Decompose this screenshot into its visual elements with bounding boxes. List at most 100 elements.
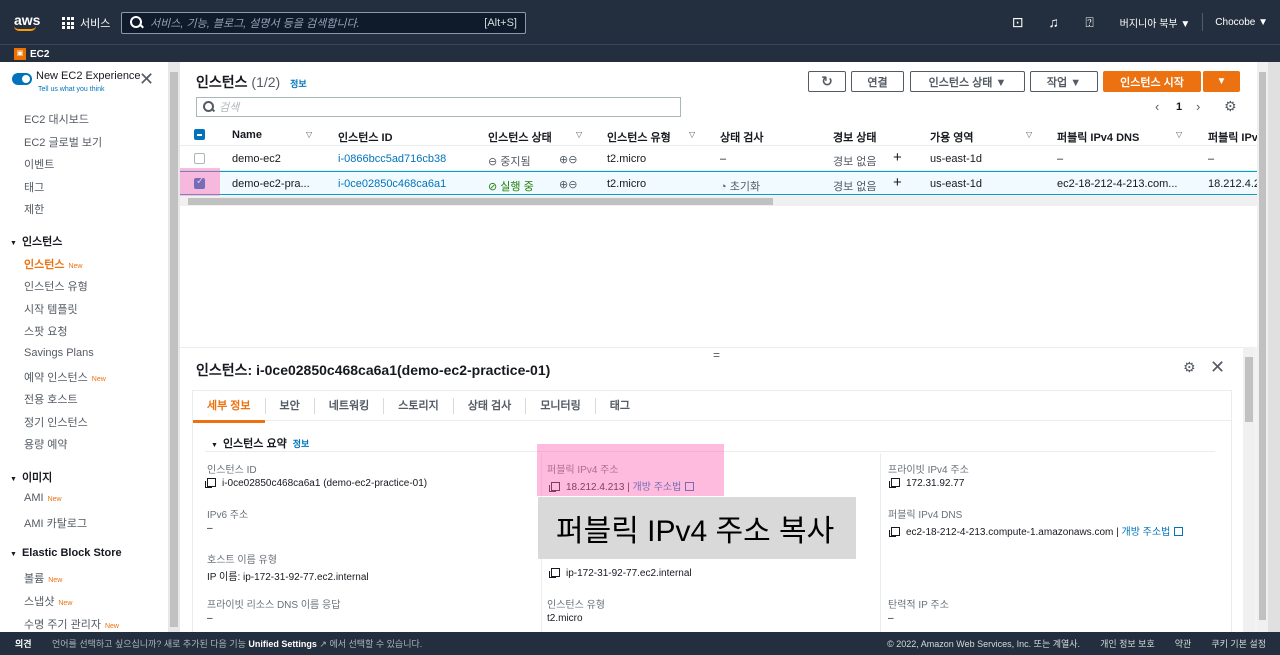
sidebar-item-instances[interactable]: 인스턴스 New bbox=[24, 256, 83, 272]
account-menu[interactable]: Chocobe ▼ bbox=[1203, 17, 1280, 28]
sidebar-item-volumes[interactable]: 볼륨 New bbox=[24, 570, 62, 586]
next-page-icon[interactable]: › bbox=[1196, 99, 1200, 114]
bell-icon[interactable]: ♫ bbox=[1036, 14, 1072, 30]
aws-logo[interactable]: aws bbox=[14, 12, 40, 31]
sidebar-item-savings-plans[interactable]: Savings Plans bbox=[24, 347, 94, 359]
sidebar-item-spot-requests[interactable]: 스팟 요청 bbox=[24, 323, 68, 339]
sidebar-item-instance-types[interactable]: 인스턴스 유형 bbox=[24, 278, 88, 294]
sort-icon[interactable]: ▽ bbox=[1026, 130, 1032, 139]
scrollbar-thumb[interactable] bbox=[188, 198, 773, 205]
page-scrollbar[interactable] bbox=[1257, 62, 1268, 632]
sort-icon[interactable]: ▽ bbox=[689, 130, 695, 139]
connect-button[interactable]: 연결 bbox=[851, 71, 904, 92]
new-experience-toggle[interactable] bbox=[12, 73, 32, 85]
unified-settings-link[interactable]: Unified Settings bbox=[248, 639, 317, 649]
copy-icon[interactable] bbox=[205, 478, 216, 488]
actions-button[interactable]: 작업 ▼ bbox=[1030, 71, 1098, 92]
sidebar-item-reserved-instances[interactable]: 예약 인스턴스 New bbox=[24, 369, 106, 385]
instance-state-button[interactable]: 인스턴스 상태 ▼ bbox=[910, 71, 1025, 92]
instance-search-input[interactable]: 검색 bbox=[196, 97, 681, 117]
sidebar-item-tags[interactable]: 태그 bbox=[24, 179, 44, 195]
sidebar-section-ebs[interactable]: Elastic Block Store bbox=[10, 547, 122, 559]
sidebar-item-events[interactable]: 이벤트 bbox=[24, 156, 54, 172]
add-alarm-icon[interactable]: + bbox=[893, 174, 902, 191]
tab-networking[interactable]: 네트워킹 bbox=[315, 397, 385, 414]
col-alarm[interactable]: 경보 상태 bbox=[833, 129, 877, 145]
sidebar-item-snapshots[interactable]: 스냅샷 New bbox=[24, 593, 72, 609]
close-icon[interactable]: ✕ bbox=[1210, 357, 1225, 378]
sidebar-item-scheduled-instances[interactable]: 정기 인스턴스 bbox=[24, 414, 88, 430]
gear-icon[interactable]: ⚙ bbox=[1183, 359, 1196, 376]
col-az[interactable]: 가용 영역 bbox=[930, 129, 974, 145]
copy-icon[interactable] bbox=[889, 478, 900, 488]
launch-dropdown-button[interactable]: ▼ bbox=[1203, 71, 1240, 92]
services-menu-button[interactable]: 서비스 bbox=[62, 15, 110, 31]
sidebar-item-lifecycle-manager[interactable]: 수명 주기 관리자 New bbox=[24, 616, 119, 632]
scrollbar-thumb[interactable] bbox=[1245, 357, 1253, 422]
close-icon[interactable]: ✕ bbox=[139, 70, 154, 88]
sidebar-item-ami[interactable]: AMI New bbox=[24, 492, 62, 504]
prev-page-icon[interactable]: ‹ bbox=[1155, 99, 1159, 114]
sidebar-item-capacity-reservations[interactable]: 용량 예약 bbox=[24, 436, 68, 452]
detail-scrollbar[interactable] bbox=[1243, 347, 1255, 632]
page-number[interactable]: 1 bbox=[1176, 101, 1182, 113]
feedback-link[interactable]: 의견 bbox=[15, 637, 32, 650]
sidebar-item-dashboard[interactable]: EC2 대시보드 bbox=[24, 111, 89, 127]
region-selector[interactable]: 버지니아 북부 ▼ bbox=[1108, 15, 1203, 30]
sidebar-section-images[interactable]: 이미지 bbox=[10, 469, 52, 485]
refresh-button[interactable]: ↻ bbox=[808, 71, 846, 92]
add-alarm-icon[interactable]: + bbox=[893, 149, 902, 166]
col-public-dns[interactable]: 퍼블릭 IPv4 DNS bbox=[1057, 129, 1139, 145]
copy-icon[interactable] bbox=[889, 527, 900, 537]
sidebar-item-dedicated-hosts[interactable]: 전용 호스트 bbox=[24, 391, 78, 407]
privacy-link[interactable]: 개인 정보 보호 bbox=[1100, 637, 1155, 650]
col-name[interactable]: Name bbox=[232, 129, 262, 141]
open-address-link[interactable]: 개방 주소법 bbox=[1122, 527, 1171, 538]
scrollbar-thumb[interactable] bbox=[1259, 72, 1266, 620]
tab-security[interactable]: 보안 bbox=[266, 397, 315, 414]
help-icon[interactable]: ⍰ bbox=[1072, 14, 1108, 31]
row-checkbox[interactable] bbox=[194, 153, 205, 164]
sidebar-item-ami-catalog[interactable]: AMI 카탈로그 bbox=[24, 515, 87, 531]
tab-tags[interactable]: 태그 bbox=[596, 398, 644, 414]
ec2-favorite[interactable]: ▣ EC2 bbox=[14, 45, 49, 63]
launch-instance-button[interactable]: 인스턴스 시작 bbox=[1103, 71, 1201, 92]
tab-details[interactable]: 세부 정보 bbox=[193, 397, 266, 423]
tab-storage[interactable]: 스토리지 bbox=[384, 397, 454, 414]
sidebar-section-instances[interactable]: 인스턴스 bbox=[10, 233, 62, 249]
tab-status-checks[interactable]: 상태 검사 bbox=[454, 397, 527, 414]
sort-icon[interactable]: ▽ bbox=[1176, 130, 1182, 139]
terms-link[interactable]: 약관 bbox=[1175, 637, 1192, 650]
sidebar-item-limits[interactable]: 제한 bbox=[24, 201, 44, 217]
cookie-settings-link[interactable]: 쿠키 기본 설정 bbox=[1211, 637, 1266, 650]
sort-icon[interactable]: ▽ bbox=[576, 130, 582, 139]
scrollbar-thumb[interactable] bbox=[170, 72, 178, 627]
experience-feedback-link[interactable]: Tell us what you think bbox=[38, 86, 105, 93]
tab-monitoring[interactable]: 모니터링 bbox=[526, 397, 596, 414]
cell-instance-id[interactable]: i-0866bcc5ad716cb38 bbox=[338, 153, 446, 165]
gear-icon[interactable]: ⚙ bbox=[1224, 98, 1237, 115]
info-link[interactable]: 정보 bbox=[290, 79, 307, 89]
table-row[interactable]: demo-ec2 i-0866bcc5ad716cb38 ⊖ 중지됨 ⊕⊖ t2… bbox=[180, 147, 1257, 171]
table-horizontal-scrollbar[interactable] bbox=[180, 196, 1257, 206]
col-status-check[interactable]: 상태 검사 bbox=[720, 129, 764, 145]
info-link[interactable]: 정보 bbox=[293, 439, 310, 449]
col-instance-id[interactable]: 인스턴스 ID bbox=[338, 129, 393, 145]
cloudshell-icon[interactable]: ⊡ bbox=[1000, 14, 1036, 31]
cell-instance-id[interactable]: i-0ce02850c468ca6a1 bbox=[338, 178, 446, 190]
resize-handle-icon[interactable]: = bbox=[713, 348, 720, 362]
table-row-selected[interactable]: demo-ec2-pra... i-0ce02850c468ca6a1 ⊘ 실행… bbox=[180, 171, 1260, 195]
sidebar-item-global-view[interactable]: EC2 글로벌 보기 bbox=[24, 134, 102, 150]
zoom-icons[interactable]: ⊕⊖ bbox=[559, 178, 577, 191]
col-public-ip[interactable]: 퍼블릭 IPv bbox=[1208, 129, 1258, 145]
sidebar-scrollbar[interactable] bbox=[168, 62, 180, 632]
global-search-input[interactable]: 서비스, 기능, 블로그, 설명서 등을 검색합니다. [Alt+S] bbox=[121, 12, 526, 34]
copy-icon[interactable] bbox=[549, 568, 560, 578]
instance-summary-toggle[interactable]: 인스턴스 요약 정보 bbox=[211, 435, 309, 451]
col-state[interactable]: 인스턴스 상태 bbox=[488, 129, 552, 145]
sort-icon[interactable]: ▽ bbox=[306, 130, 312, 139]
col-type[interactable]: 인스턴스 유형 bbox=[607, 129, 671, 145]
sidebar-item-launch-templates[interactable]: 시작 템플릿 bbox=[24, 301, 78, 317]
select-all-checkbox[interactable] bbox=[194, 129, 205, 140]
zoom-icons[interactable]: ⊕⊖ bbox=[559, 153, 577, 166]
